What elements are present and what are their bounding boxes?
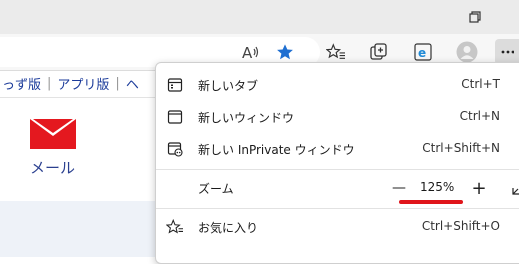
zoom-annotation-underline bbox=[399, 200, 463, 204]
menu-item-favorites[interactable]: お気に入り Ctrl+Shift+O bbox=[156, 211, 519, 243]
profile-button[interactable] bbox=[456, 41, 478, 63]
title-bar bbox=[0, 0, 519, 34]
collections-button[interactable] bbox=[368, 41, 390, 63]
nav-link-3[interactable]: ヘ bbox=[120, 74, 145, 93]
read-aloud-icon: A bbox=[242, 44, 259, 61]
zoom-value: 125% bbox=[420, 180, 455, 194]
favorites-shortcut: Ctrl+Shift+O bbox=[421, 219, 500, 233]
zoom-out-button[interactable]: — bbox=[388, 177, 410, 199]
restore-icon bbox=[469, 11, 481, 23]
page-nav-links: っず版 | アプリ版 | ヘ bbox=[0, 71, 145, 95]
zoom-label: ズーム bbox=[198, 182, 234, 196]
ie-mode-icon: e bbox=[414, 43, 432, 61]
fullscreen-button[interactable] bbox=[508, 177, 519, 199]
new-tab-shortcut: Ctrl+T bbox=[461, 77, 500, 91]
nav-link-1[interactable]: っず版 bbox=[0, 74, 47, 93]
new-window-icon bbox=[166, 108, 184, 126]
menu-item-zoom: ズーム — 125% + bbox=[156, 172, 519, 204]
page-band bbox=[0, 201, 170, 257]
mail-label[interactable]: メール bbox=[30, 157, 75, 178]
fullscreen-icon bbox=[512, 188, 519, 195]
new-window-label: 新しいウィンドウ bbox=[198, 111, 295, 125]
collections-icon bbox=[370, 43, 387, 60]
more-dots-icon bbox=[501, 50, 514, 54]
svg-text:A: A bbox=[242, 44, 253, 61]
new-inprivate-shortcut: Ctrl+Shift+N bbox=[422, 141, 500, 155]
favorites-label: お気に入り bbox=[198, 221, 259, 235]
settings-menu: 新しいタブ Ctrl+T 新しいウィンドウ Ctrl+N 新しい InPriva… bbox=[155, 62, 519, 264]
ie-mode-button[interactable]: e bbox=[412, 41, 434, 63]
menu-item-new-tab[interactable]: 新しいタブ Ctrl+T bbox=[156, 69, 519, 101]
zoom-in-button[interactable]: + bbox=[468, 177, 490, 199]
svg-text:e: e bbox=[418, 46, 426, 60]
plus-icon: + bbox=[471, 177, 487, 199]
favorites-bar-button[interactable] bbox=[325, 41, 347, 63]
mail-icon[interactable] bbox=[30, 119, 76, 153]
nav-link-2[interactable]: アプリ版 bbox=[51, 74, 115, 93]
menu-divider bbox=[156, 208, 519, 209]
minus-icon: — bbox=[392, 180, 406, 196]
favorite-star-button[interactable] bbox=[274, 41, 296, 63]
new-tab-label: 新しいタブ bbox=[198, 79, 259, 93]
menu-item-new-window[interactable]: 新しいウィンドウ Ctrl+N bbox=[156, 101, 519, 133]
menu-divider bbox=[156, 169, 519, 170]
page-divider bbox=[0, 97, 170, 98]
star-filled-icon bbox=[277, 44, 293, 60]
read-aloud-button[interactable]: A bbox=[240, 41, 262, 63]
restore-window-button[interactable] bbox=[464, 6, 486, 28]
avatar-icon bbox=[456, 41, 478, 63]
new-inprivate-label: 新しい InPrivate ウィンドウ bbox=[198, 143, 355, 157]
new-tab-icon bbox=[166, 76, 184, 94]
envelope-icon bbox=[30, 119, 76, 149]
favorites-list-icon bbox=[326, 43, 345, 59]
menu-item-new-inprivate[interactable]: 新しい InPrivate ウィンドウ Ctrl+Shift+N bbox=[156, 133, 519, 165]
favorites-icon bbox=[166, 218, 184, 236]
new-window-shortcut: Ctrl+N bbox=[459, 109, 500, 123]
inprivate-icon bbox=[166, 140, 184, 158]
